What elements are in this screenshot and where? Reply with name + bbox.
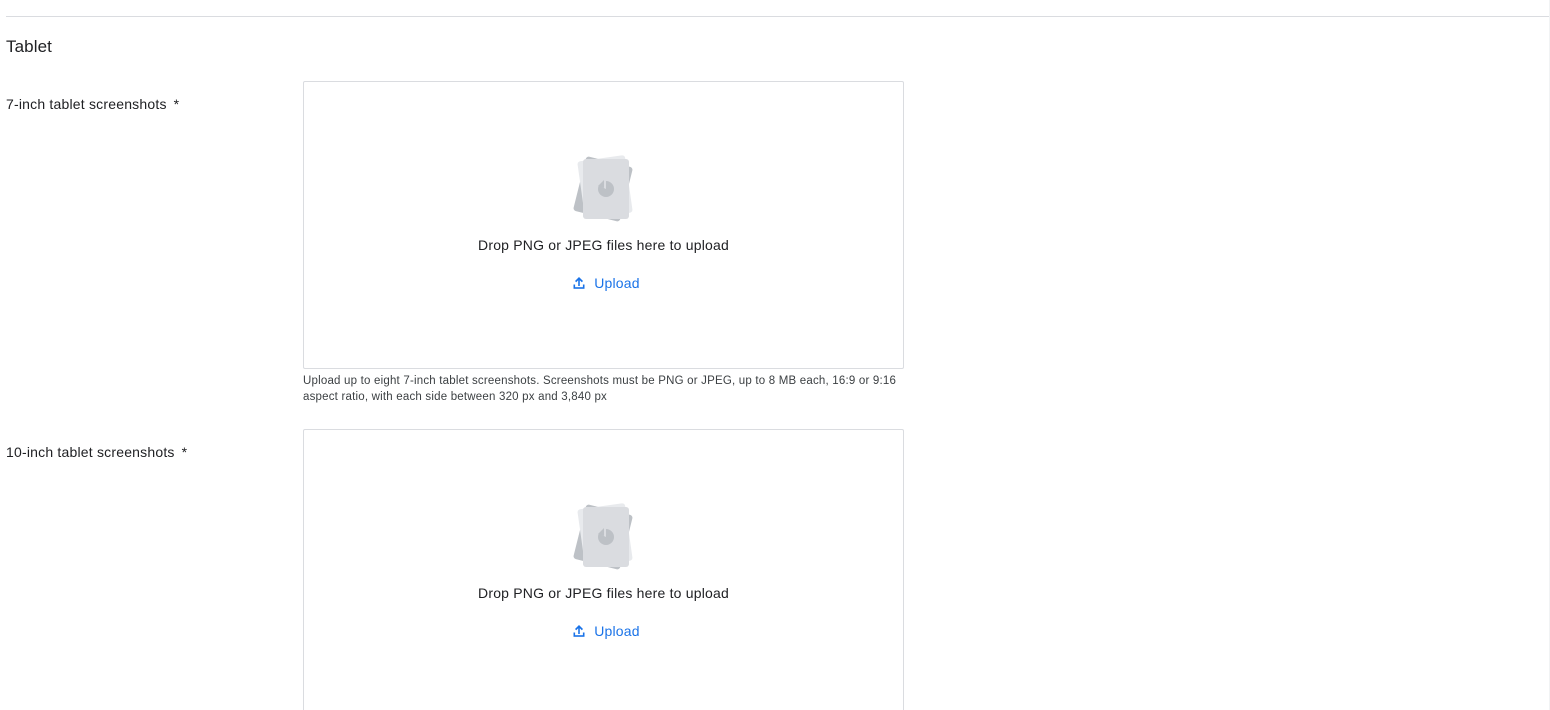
field-label-text: 7-inch tablet screenshots [6,96,167,112]
upload-button[interactable]: Upload [566,271,646,295]
image-stack-icon [573,503,633,570]
upload-button-label: Upload [594,275,640,291]
upload-button-label: Upload [594,623,640,639]
upload-icon [573,625,585,637]
section-divider [6,16,1550,17]
drop-instructions: Drop PNG or JPEG files here to upload [478,237,729,253]
upload-button[interactable]: Upload [566,619,646,643]
field-label-10-inch: 10-inch tablet screenshots * [6,444,187,460]
dropzone-7-inch[interactable]: Drop PNG or JPEG files here to upload Up… [303,81,904,369]
page: Tablet 7-inch tablet screenshots * Drop P… [0,0,1550,710]
section-title: Tablet [6,37,52,56]
field-label-text: 10-inch tablet screenshots [6,444,175,460]
drop-instructions: Drop PNG or JPEG files here to upload [478,585,729,601]
helper-text-7-inch: Upload up to eight 7-inch tablet screens… [303,375,897,403]
required-mark: * [181,444,188,460]
upload-icon [573,277,585,289]
field-label-7-inch: 7-inch tablet screenshots * [6,96,179,112]
required-mark: * [173,96,180,112]
image-stack-icon [573,155,633,222]
dropzone-10-inch[interactable]: Drop PNG or JPEG files here to upload Up… [303,429,904,710]
